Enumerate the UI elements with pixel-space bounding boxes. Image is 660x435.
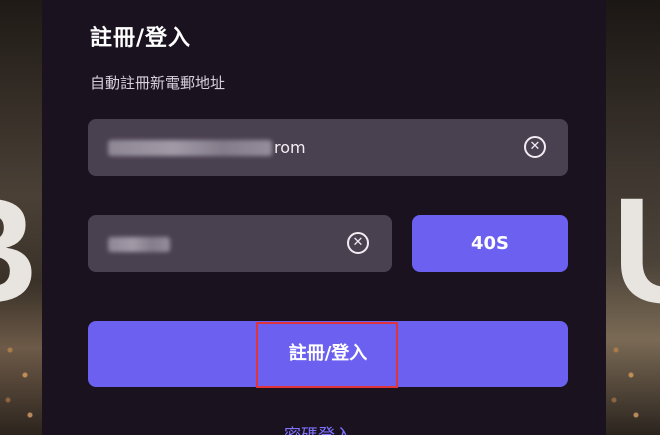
- close-circle-icon[interactable]: ✕: [524, 136, 546, 158]
- verification-code-field[interactable]: ✕: [88, 215, 392, 272]
- close-circle-icon[interactable]: ✕: [347, 232, 369, 254]
- email-redacted: [108, 140, 272, 156]
- background-dots-right: [606, 330, 648, 435]
- modal-subtitle: 自動註冊新電郵地址: [90, 74, 226, 92]
- background-dots-left: [0, 330, 42, 435]
- login-modal: 註冊/登入 自動註冊新電郵地址 rom ✕ ✕ 40S 註冊/登入 密碼登入: [42, 0, 606, 435]
- code-redacted: [108, 237, 170, 252]
- modal-title: 註冊/登入: [90, 26, 192, 51]
- screen: B U 註冊/登入 自動註冊新電郵地址 rom ✕ ✕ 40S 註冊/登入 密碼…: [0, 0, 660, 435]
- password-login-link[interactable]: 密碼登入: [284, 421, 352, 435]
- resend-code-countdown-button[interactable]: 40S: [412, 215, 568, 272]
- background-letter-left: B: [0, 175, 38, 325]
- email-value: rom: [274, 138, 306, 157]
- email-field[interactable]: rom ✕: [88, 119, 568, 176]
- background-letter-right: U: [612, 175, 660, 325]
- register-login-button[interactable]: 註冊/登入: [88, 321, 568, 387]
